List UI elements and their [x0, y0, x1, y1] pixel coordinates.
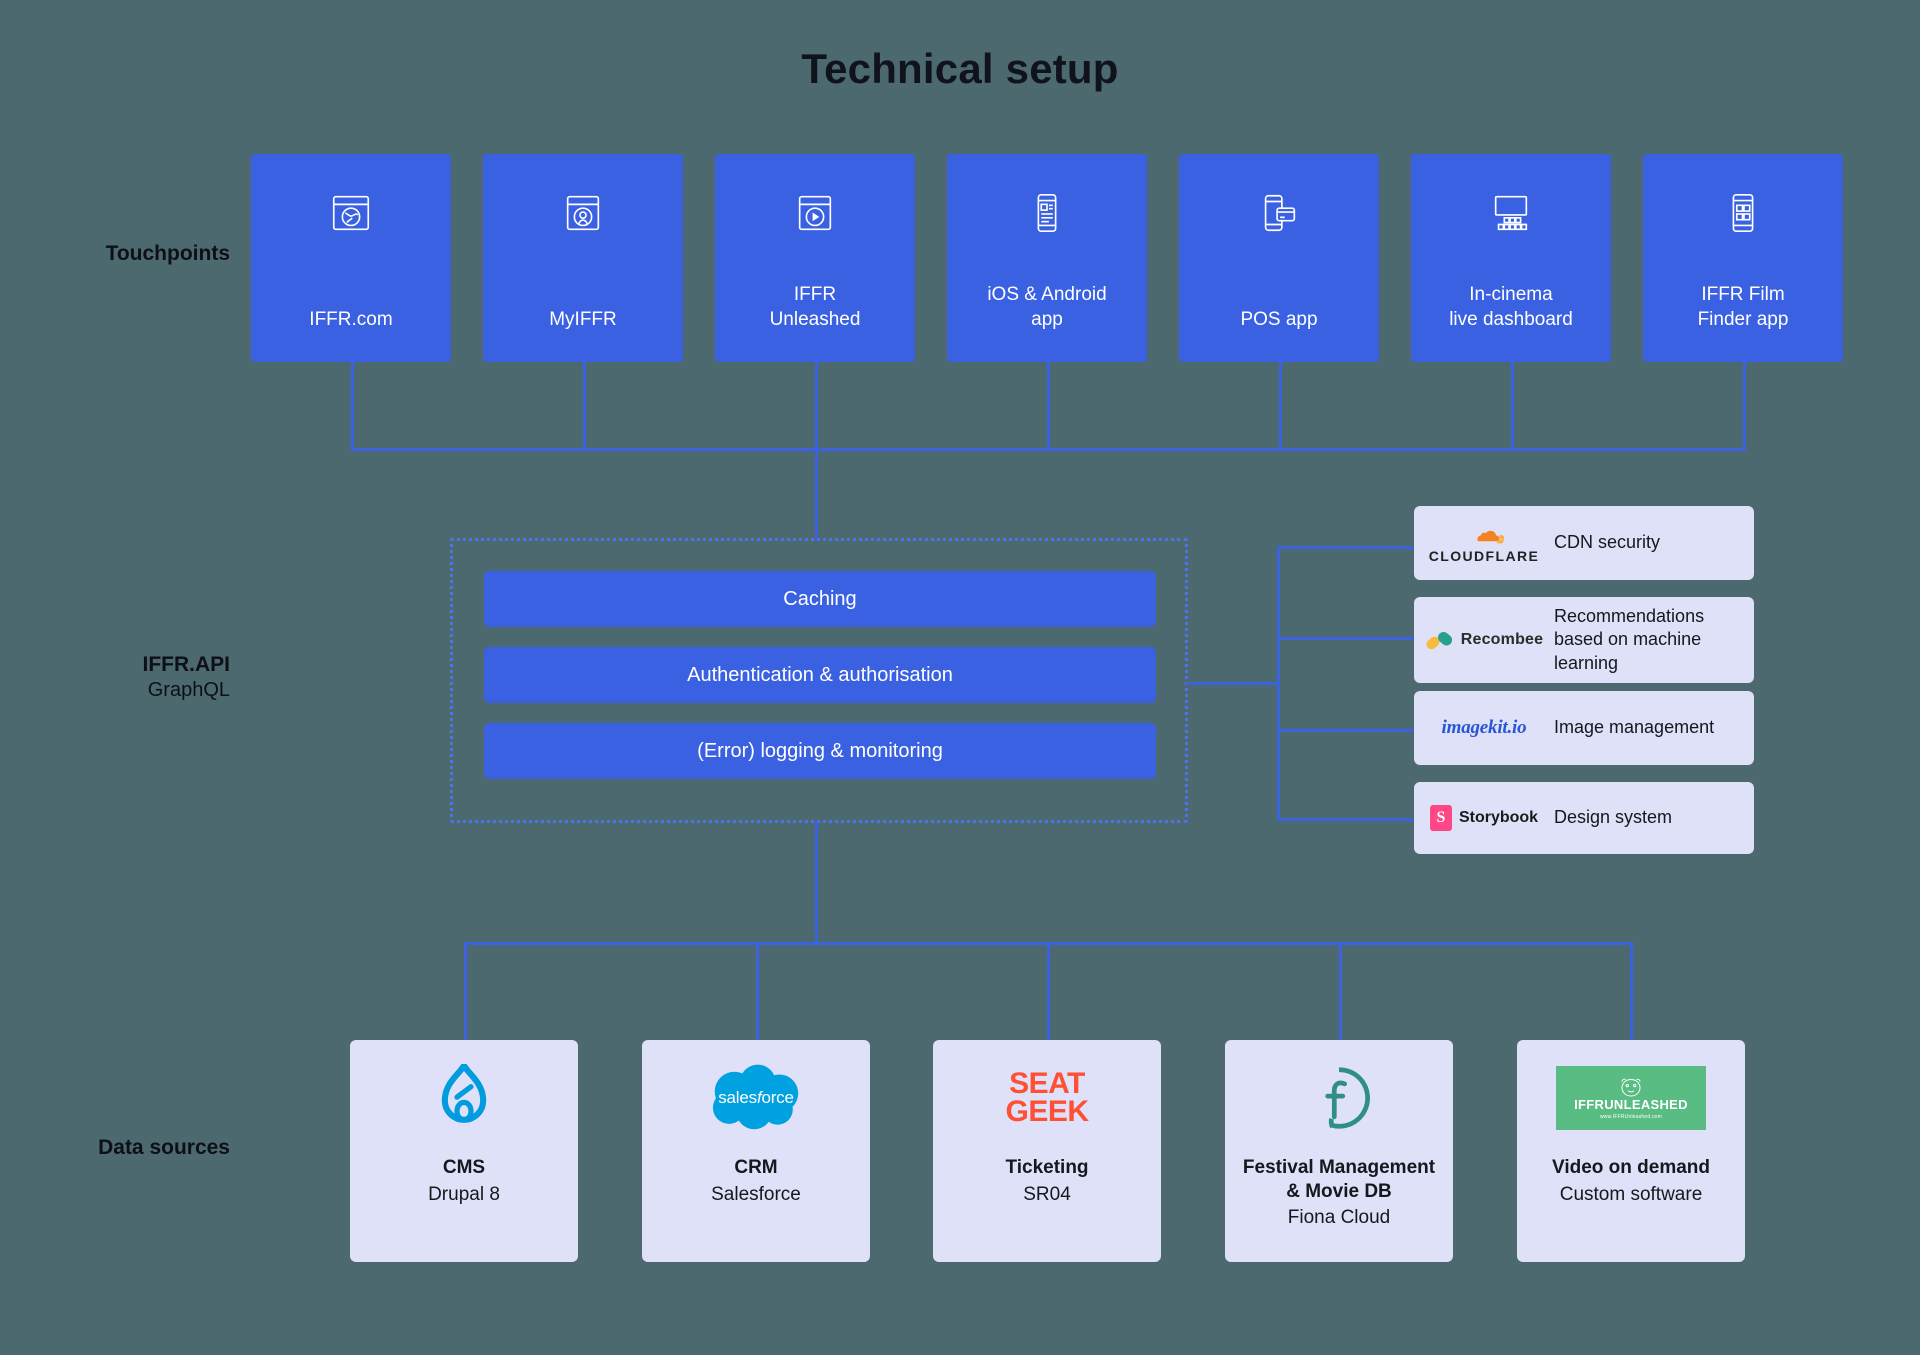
drupal-logo [350, 1040, 578, 1156]
datasource-subtitle: Drupal 8 [428, 1183, 500, 1205]
recombee-logo: Recombee [1414, 627, 1554, 653]
connector-tp-4 [1047, 362, 1050, 450]
seatgeek-logo: SEAT GEEK [933, 1040, 1161, 1156]
connector-bus-to-api [815, 448, 818, 540]
datasource-subtitle: Fiona Cloud [1287, 1207, 1391, 1229]
datasource-title: Video on demand [1551, 1157, 1710, 1178]
mobile-card-payment-icon [1256, 190, 1302, 236]
service-card-imagekit[interactable]: imagekit.io Image management [1414, 691, 1754, 765]
row-label-api-main: IFFR.API [142, 653, 231, 676]
service-description: CDN security [1554, 532, 1661, 553]
service-description: Recommendations based on machine learnin… [1554, 605, 1705, 673]
seatgeek-wordmark-bottom: GEEK [1005, 1095, 1089, 1128]
mobile-grid-icon [1720, 190, 1766, 236]
api-layer-authentication[interactable]: Authentication & authorisation [484, 647, 1156, 703]
datasource-card-video-on-demand[interactable]: IFFRUNLEASHED www.IFFRUnleashed.com Vide… [1517, 1040, 1745, 1262]
connector-tp-2 [583, 362, 586, 450]
touchpoint-label: IFFR Unleashed [769, 284, 861, 330]
touchpoint-card-myiffr[interactable]: MyIFFR [483, 154, 683, 362]
connector-touchpoint-bus [351, 448, 1746, 451]
connector-tp-6 [1511, 362, 1514, 450]
datasource-card-festival-management[interactable]: Festival Management & Movie DB Fiona Clo… [1225, 1040, 1453, 1262]
browser-globe-icon [328, 190, 374, 236]
touchpoint-card-iffr-film-finder[interactable]: IFFR Film Finder app [1643, 154, 1843, 362]
seatgeek-wordmark-top: SEAT [1009, 1066, 1085, 1100]
diagram-canvas: Technical setup Touchpoints IFFR.API Gra… [0, 0, 1920, 1355]
row-label-data-sources: Data sources [98, 1136, 230, 1159]
service-card-storybook[interactable]: S Storybook Design system [1414, 782, 1754, 854]
service-card-cloudflare[interactable]: CLOUDFLARE CDN security [1414, 506, 1754, 580]
recombee-wordmark: Recombee [1460, 631, 1544, 648]
datasource-subtitle: SR04 [1023, 1183, 1071, 1205]
cloudflare-wordmark: CLOUDFLARE [1428, 547, 1540, 564]
browser-user-icon [560, 190, 606, 236]
imagekit-logo: imagekit.io [1414, 717, 1554, 739]
iffr-unleashed-logo: IFFRUNLEASHED www.IFFRUnleashed.com [1517, 1040, 1745, 1156]
row-label-touchpoints: Touchpoints [105, 242, 230, 265]
screen-seats-icon [1488, 190, 1534, 236]
connector-ds-5 [1630, 942, 1633, 1042]
connector-service-3 [1277, 729, 1417, 732]
touchpoint-card-pos-app[interactable]: POS app [1179, 154, 1379, 362]
datasource-title: Festival Management & Movie DB [1242, 1157, 1436, 1202]
connector-services-bus [1277, 546, 1280, 820]
connector-ds-4 [1339, 942, 1342, 1042]
mobile-article-icon [1024, 190, 1070, 236]
datasource-card-cms[interactable]: CMS Drupal 8 [350, 1040, 578, 1262]
touchpoint-card-iffr-unleashed[interactable]: IFFR Unleashed [715, 154, 915, 362]
connector-service-2 [1277, 637, 1417, 640]
datasource-subtitle: Salesforce [711, 1183, 801, 1205]
touchpoint-card-in-cinema-dashboard[interactable]: In-cinema live dashboard [1411, 154, 1611, 362]
fiona-logo [1225, 1040, 1453, 1156]
connector-tp-3 [815, 362, 818, 450]
page-title: Technical setup [801, 45, 1119, 92]
storybook-logo: S Storybook [1414, 805, 1554, 831]
connector-ds-3 [1047, 942, 1050, 1042]
datasource-card-crm[interactable]: salesforce CRM Salesforce [642, 1040, 870, 1262]
datasource-title: CMS [442, 1157, 486, 1178]
row-label-api: IFFR.API GraphQL [20, 653, 231, 702]
storybook-wordmark: Storybook [1458, 809, 1539, 826]
connector-api-to-datasources [815, 821, 818, 944]
salesforce-wordmark: salesforce [718, 1088, 794, 1107]
datasource-card-ticketing[interactable]: SEAT GEEK Ticketing SR04 [933, 1040, 1161, 1262]
connector-ds-2 [756, 942, 759, 1042]
service-description: Design system [1554, 807, 1673, 828]
connector-service-1 [1277, 546, 1417, 549]
imagekit-wordmark: imagekit.io [1441, 717, 1527, 738]
service-description: Image management [1554, 717, 1715, 738]
iffr-unleashed-url: www.IFFRUnleashed.com [1600, 1113, 1662, 1120]
api-layer-logging[interactable]: (Error) logging & monitoring [484, 723, 1156, 779]
datasource-title: CRM [734, 1157, 778, 1178]
touchpoint-card-iffr-com[interactable]: IFFR.com [251, 154, 451, 362]
iffr-unleashed-wordmark: IFFRUNLEASHED [1574, 1096, 1688, 1112]
touchpoint-label: iOS & Android app [987, 284, 1107, 330]
touchpoint-label: POS app [1240, 308, 1318, 330]
browser-play-icon [792, 190, 838, 236]
touchpoint-label: MyIFFR [549, 308, 617, 330]
connector-api-to-services [1186, 682, 1280, 685]
row-label-api-sub: GraphQL [147, 679, 230, 701]
service-card-recombee[interactable]: Recombee Recommendations based on machin… [1414, 597, 1754, 683]
datasource-title: Ticketing [1005, 1157, 1089, 1178]
datasource-subtitle: Custom software [1559, 1183, 1703, 1205]
cloudflare-logo: CLOUDFLARE [1414, 523, 1554, 564]
touchpoint-label: IFFR Film Finder app [1697, 284, 1789, 330]
api-container: Caching Authentication & authorisation (… [450, 538, 1188, 823]
connector-service-4 [1277, 818, 1417, 821]
touchpoint-label: In-cinema live dashboard [1449, 284, 1573, 330]
connector-tp-7 [1743, 362, 1746, 450]
connector-tp-1 [351, 362, 354, 450]
touchpoint-label: IFFR.com [309, 308, 393, 330]
api-layer-caching[interactable]: Caching [484, 571, 1156, 627]
storybook-badge-icon: S [1429, 805, 1452, 831]
touchpoint-card-ios-android-app[interactable]: iOS & Android app [947, 154, 1147, 362]
connector-tp-5 [1279, 362, 1282, 450]
salesforce-logo: salesforce [642, 1040, 870, 1156]
connector-ds-1 [464, 942, 467, 1042]
